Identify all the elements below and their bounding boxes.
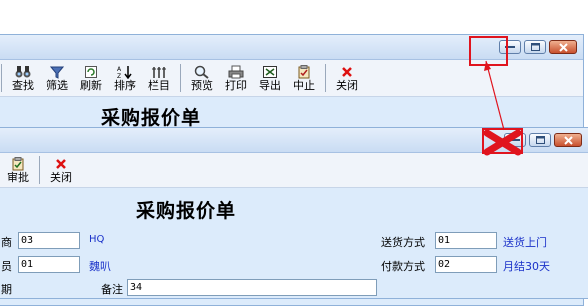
annotation-overlay bbox=[483, 60, 522, 156]
annotation-arrowhead bbox=[484, 61, 491, 71]
red-x-mark-icon bbox=[483, 129, 522, 156]
annotation-arrow-line bbox=[485, 60, 505, 131]
